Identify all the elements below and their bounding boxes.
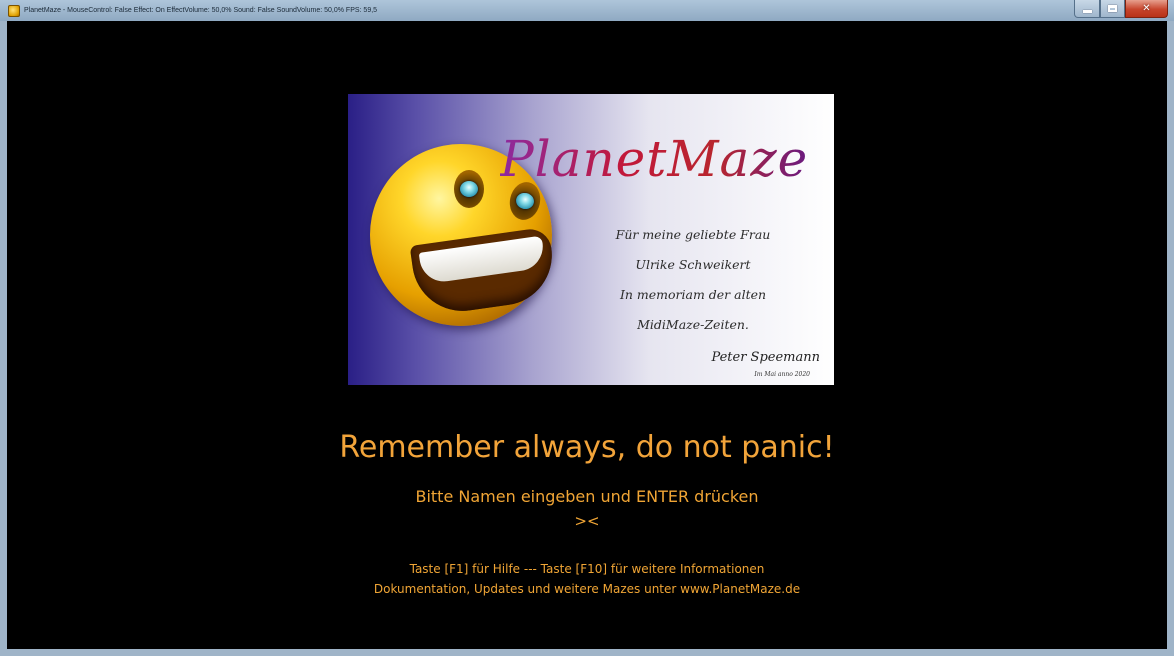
minimize-icon [1082,10,1092,13]
motto-text: Remember always, do not panic! [339,430,835,465]
minimize-button[interactable] [1074,0,1100,18]
dedication-line: Ulrike Schweikert [635,257,751,272]
window-title: PlanetMaze - MouseControl: False Effect:… [24,7,378,14]
planetmaze-logo: PlanetMaze [500,130,809,188]
author-signature: Peter Speemann [711,350,820,365]
maximize-button[interactable] [1100,0,1125,18]
window-controls: ✕ [1074,0,1168,19]
close-icon: ✕ [1142,3,1151,14]
splash-banner: PlanetMaze Für meine geliebte Frau Ulrik… [348,94,834,385]
dedication-text: Für meine geliebte Frau Ulrike Schweiker… [578,220,808,340]
dedication-line: MidiMaze-Zeiten. [637,317,749,332]
smiley-left-eye [454,170,484,208]
game-window: PlanetMaze - MouseControl: False Effect:… [0,0,1174,656]
dedication-line: In memoriam der alten [619,287,767,302]
title-bar[interactable]: PlanetMaze - MouseControl: False Effect:… [0,0,1174,21]
smiley-mouth [409,226,559,318]
name-input-field[interactable]: >< [7,512,1167,530]
documentation-line: Dokumentation, Updates und weitere Mazes… [373,582,801,596]
name-prompt: Bitte Namen eingeben und ENTER drücken [415,487,759,506]
dedication-line: Für meine geliebte Frau [615,227,771,242]
help-keys-line: Taste [F1] für Hilfe --- Taste [F10] für… [409,562,765,576]
smiley-app-icon [8,4,20,17]
signature-date: Im Mai anno 2020 [754,371,810,378]
maximize-icon [1108,5,1117,12]
close-button[interactable]: ✕ [1125,0,1168,18]
